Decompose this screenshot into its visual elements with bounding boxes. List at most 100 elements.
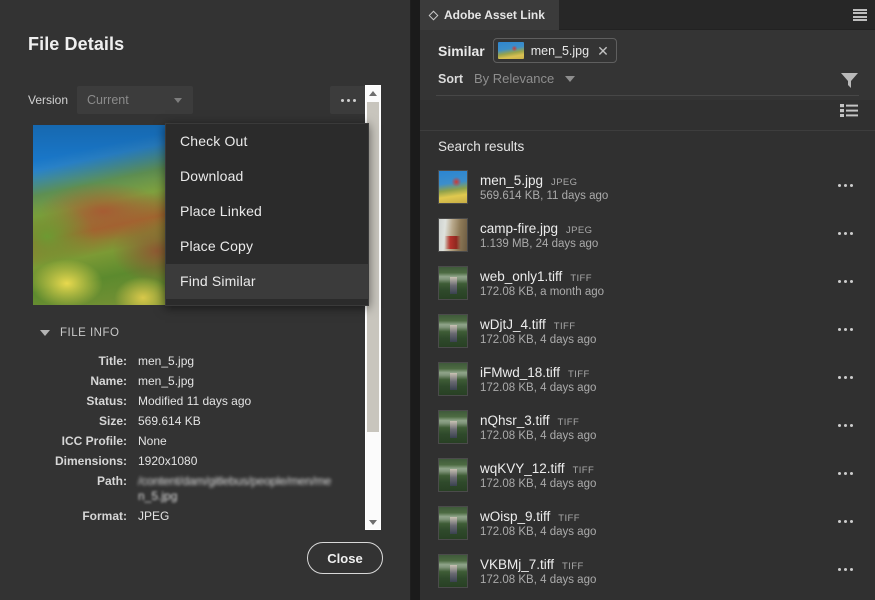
ellipsis-icon: [844, 520, 847, 523]
result-subtitle: 172.08 KB, a month ago: [480, 285, 605, 298]
funnel-icon[interactable]: [840, 71, 859, 89]
result-filename: nQhsr_3.tiff: [480, 412, 550, 428]
search-result-row[interactable]: iFMwd_18.tiff TIFF 172.08 KB, 4 days ago: [420, 355, 875, 403]
result-filename: camp-fire.jpg: [480, 220, 559, 236]
result-subtitle: 172.08 KB, 4 days ago: [480, 573, 597, 586]
file-info-table: Title: men_5.jpg Name: men_5.jpg Status: Mo…: [28, 354, 358, 529]
menu-item-find-similar[interactable]: Find Similar: [166, 264, 368, 299]
file-info-header[interactable]: FILE INFO: [40, 327, 119, 339]
result-meta: VKBMj_7.tiff TIFF 172.08 KB, 4 days ago: [480, 557, 875, 586]
search-result-row[interactable]: wDjtJ_4.tiff TIFF 172.08 KB, 4 days ago: [420, 307, 875, 355]
ellipsis-icon: [838, 232, 841, 235]
result-more-button[interactable]: [838, 376, 853, 379]
sort-value: By Relevance: [474, 71, 555, 86]
search-result-row[interactable]: nQhsr_3.tiff TIFF 172.08 KB, 4 days ago: [420, 403, 875, 451]
result-meta: camp-fire.jpg JPEG 1.139 MB, 24 days ago: [480, 221, 875, 250]
field-value: JPEG: [138, 509, 170, 523]
menu-item-place-linked[interactable]: Place Linked: [166, 194, 368, 229]
field-label: Title:: [98, 354, 127, 368]
ellipsis-icon: [346, 98, 350, 102]
tab-label: Adobe Asset Link: [444, 8, 545, 22]
ellipsis-icon: [844, 232, 847, 235]
ellipsis-icon: [850, 568, 853, 571]
file-info-row: Status: Modified 11 days ago: [28, 394, 358, 409]
result-thumbnail: [438, 458, 468, 492]
result-filename: men_5.jpg: [480, 172, 544, 188]
result-thumbnail: [438, 410, 468, 444]
result-format: TIFF: [568, 368, 590, 380]
search-result-row[interactable]: camp-fire.jpg JPEG 1.139 MB, 24 days ago: [420, 211, 875, 259]
field-value: 1920x1080: [138, 454, 198, 468]
result-format: TIFF: [562, 560, 584, 572]
triangle-down-icon: [369, 519, 377, 525]
search-result-row[interactable]: VKBMj_7.tiff TIFF 172.08 KB, 4 days ago: [420, 547, 875, 595]
field-value: Modified 11 days ago: [138, 394, 252, 408]
file-info-row: Name: men_5.jpg: [28, 374, 358, 389]
result-more-button[interactable]: [838, 472, 853, 475]
list-view-icon[interactable]: [840, 104, 858, 118]
sort-row[interactable]: Sort By Relevance: [438, 71, 576, 86]
divider: [436, 95, 859, 96]
result-thumbnail: [438, 170, 468, 204]
result-more-button[interactable]: [838, 424, 853, 427]
result-filename: wOisp_9.tiff: [480, 508, 551, 524]
ellipsis-icon: [340, 98, 344, 102]
version-select[interactable]: Current: [77, 86, 194, 114]
scroll-up-button[interactable]: [366, 86, 380, 100]
result-meta: wOisp_9.tiff TIFF 172.08 KB, 4 days ago: [480, 509, 875, 538]
tab-adobe-asset-link[interactable]: Adobe Asset Link: [420, 0, 559, 30]
sort-label: Sort: [438, 71, 463, 86]
asset-preview-image: [33, 125, 174, 305]
result-subtitle: 172.08 KB, 4 days ago: [480, 429, 597, 442]
menu-item-check-out[interactable]: Check Out: [166, 124, 368, 159]
result-subtitle: 172.08 KB, 4 days ago: [480, 525, 597, 538]
ellipsis-icon: [838, 376, 841, 379]
result-more-button[interactable]: [838, 520, 853, 523]
file-info-row-path: Path: /content/dam/gitlebus/people/men/m…: [28, 474, 358, 504]
result-meta: wqKVY_12.tiff TIFF 172.08 KB, 4 days ago: [480, 461, 875, 490]
menu-item-place-copy[interactable]: Place Copy: [166, 229, 368, 264]
result-more-button[interactable]: [838, 280, 853, 283]
ellipsis-icon: [850, 280, 853, 283]
field-label: Name:: [90, 374, 127, 388]
file-info-row: Dimensions: 1920x1080: [28, 454, 358, 469]
context-menu: Check Out Download Place Linked Place Co…: [165, 123, 369, 306]
result-thumbnail: [438, 506, 468, 540]
field-label: Size:: [98, 414, 127, 428]
ellipsis-icon: [844, 568, 847, 571]
result-meta: iFMwd_18.tiff TIFF 172.08 KB, 4 days ago: [480, 365, 875, 394]
result-subtitle: 172.08 KB, 4 days ago: [480, 477, 597, 490]
ellipsis-icon: [850, 184, 853, 187]
close-button[interactable]: Close: [307, 542, 383, 574]
menu-item-download[interactable]: Download: [166, 159, 368, 194]
result-more-button[interactable]: [838, 232, 853, 235]
search-result-row[interactable]: wOisp_9.tiff TIFF 172.08 KB, 4 days ago: [420, 499, 875, 547]
result-format: TIFF: [557, 416, 580, 428]
field-value-path: /content/dam/gitlebus/people/men/me n_5.…: [138, 474, 331, 504]
path-line-2: n_5.jpg: [138, 489, 178, 503]
result-format: JPEG: [551, 176, 578, 188]
field-label: Format:: [82, 509, 127, 523]
result-more-button[interactable]: [838, 328, 853, 331]
similar-asset-chip[interactable]: men_5.jpg ✕: [492, 38, 617, 63]
result-thumbnail: [438, 218, 468, 252]
search-result-row[interactable]: web_only1.tiff TIFF 172.08 KB, a month ago: [420, 259, 875, 307]
ellipsis-icon: [850, 232, 853, 235]
ellipsis-icon: [850, 520, 853, 523]
result-more-button[interactable]: [838, 184, 853, 187]
adobe-asset-link-panel: Adobe Asset Link Similar men_5.jpg ✕ Sor…: [420, 0, 875, 600]
similar-label: Similar: [438, 42, 485, 59]
result-more-button[interactable]: [838, 568, 853, 571]
ellipsis-icon: [838, 184, 841, 187]
version-label: Version: [28, 93, 69, 107]
more-options-button[interactable]: [330, 86, 366, 114]
close-icon[interactable]: ✕: [597, 44, 609, 58]
search-result-row[interactable]: wqKVY_12.tiff TIFF 172.08 KB, 4 days ago: [420, 451, 875, 499]
scroll-down-button[interactable]: [366, 515, 380, 529]
ellipsis-icon: [838, 424, 841, 427]
field-label: Path:: [97, 474, 127, 488]
search-result-row[interactable]: men_5.jpg JPEG 569.614 KB, 11 days ago: [420, 163, 875, 211]
diamond-icon: [428, 10, 439, 20]
ellipsis-icon: [352, 98, 356, 102]
hamburger-icon[interactable]: [853, 9, 867, 21]
